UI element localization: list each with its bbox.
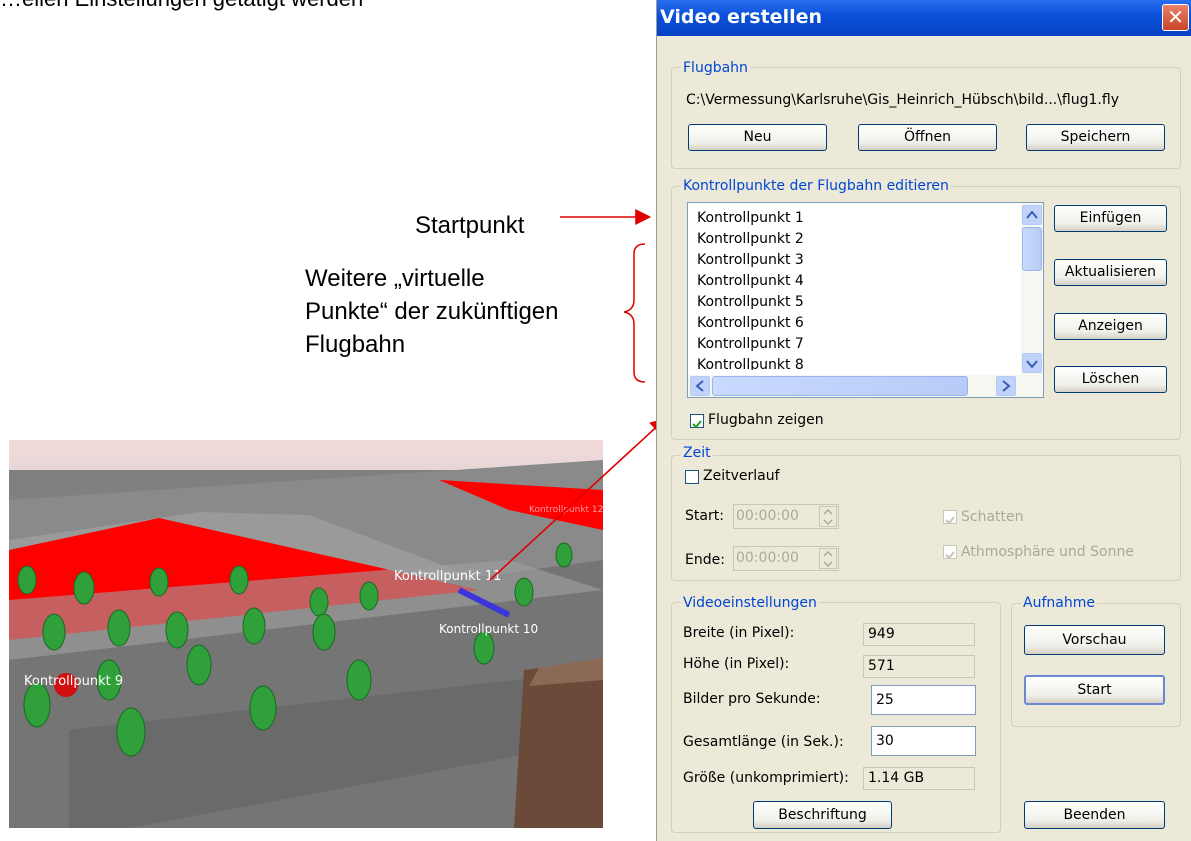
oeffnen-button[interactable]: Öffnen bbox=[858, 124, 997, 151]
ende-time-value: 00:00:00 bbox=[736, 550, 799, 566]
flugbahn-label: Flugbahn bbox=[681, 60, 750, 76]
start-label-text: Start bbox=[1077, 682, 1112, 698]
start-time-value: 00:00:00 bbox=[736, 508, 799, 524]
chevron-right-icon bbox=[1002, 380, 1011, 392]
flugbahn-group bbox=[671, 67, 1181, 169]
beschriftung-button[interactable]: Beschriftung bbox=[753, 801, 892, 829]
bps-label: Bilder pro Sekunde: bbox=[683, 691, 821, 707]
beenden-button[interactable]: Beenden bbox=[1024, 801, 1165, 829]
vorschau-button[interactable]: Vorschau bbox=[1024, 625, 1165, 655]
vorschau-label: Vorschau bbox=[1062, 632, 1127, 648]
groesse-label: Größe (unkomprimiert): bbox=[683, 770, 849, 786]
video-dialog: Video erstellen ✕ Flugbahn C:\Vermessung… bbox=[656, 0, 1191, 841]
start-button[interactable]: Start bbox=[1024, 675, 1165, 705]
loeschen-button[interactable]: Löschen bbox=[1054, 366, 1167, 393]
zeitverlauf-label[interactable]: Zeitverlauf bbox=[703, 468, 780, 484]
oeffnen-label: Öffnen bbox=[903, 129, 952, 145]
list-item[interactable]: Kontrollpunkt 5 bbox=[697, 294, 804, 310]
speichern-label: Speichern bbox=[1060, 129, 1131, 145]
scroll-right-button[interactable] bbox=[996, 376, 1016, 396]
beenden-label: Beenden bbox=[1063, 807, 1126, 823]
vertical-scroll-thumb[interactable] bbox=[1022, 227, 1042, 271]
flugbahn-path: C:\Vermessung\Karlsruhe\Gis_Heinrich_Hüb… bbox=[686, 92, 1119, 108]
aufnahme-group bbox=[1011, 603, 1181, 727]
chevron-left-icon bbox=[695, 380, 704, 392]
speichern-button[interactable]: Speichern bbox=[1026, 124, 1165, 151]
flugbahn-zeigen-label[interactable]: Flugbahn zeigen bbox=[708, 412, 824, 428]
beschriftung-label: Beschriftung bbox=[778, 807, 867, 823]
einfuegen-button[interactable]: Einfügen bbox=[1054, 205, 1167, 232]
zeitverlauf-checkbox[interactable] bbox=[685, 470, 699, 484]
flugbahn-arrow bbox=[489, 417, 667, 581]
loeschen-label: Löschen bbox=[1081, 371, 1140, 387]
laenge-input[interactable]: 30 bbox=[871, 726, 976, 756]
hoehe-value: 571 bbox=[863, 655, 975, 678]
schatten-checkbox[interactable] bbox=[943, 510, 957, 525]
chevron-up-icon bbox=[1026, 210, 1038, 219]
neu-button[interactable]: Neu bbox=[688, 124, 827, 151]
close-button[interactable]: ✕ bbox=[1162, 4, 1189, 31]
checkmark-icon bbox=[692, 420, 702, 429]
einfuegen-label: Einfügen bbox=[1079, 210, 1142, 226]
aktualisieren-button[interactable]: Aktualisieren bbox=[1054, 259, 1167, 286]
anzeigen-button[interactable]: Anzeigen bbox=[1054, 313, 1167, 340]
title-bar[interactable]: Video erstellen ✕ bbox=[657, 0, 1191, 36]
groesse-value: 1.14 GB bbox=[863, 767, 975, 790]
list-item[interactable]: Kontrollpunkt 8 bbox=[697, 357, 804, 370]
ende-label: Ende: bbox=[685, 552, 725, 568]
kontroll-label: Kontrollpunkte der Flugbahn editieren bbox=[681, 178, 951, 194]
list-item[interactable]: Kontrollpunkt 4 bbox=[697, 273, 804, 289]
dialog-title: Video erstellen bbox=[660, 6, 823, 28]
zeit-label: Zeit bbox=[681, 445, 713, 461]
aktualisieren-label: Aktualisieren bbox=[1064, 264, 1157, 280]
list-item[interactable]: Kontrollpunkt 1 bbox=[697, 210, 804, 226]
scroll-down-button[interactable] bbox=[1022, 353, 1042, 373]
brace-bracket bbox=[623, 243, 646, 383]
laenge-label: Gesamtlänge (in Sek.): bbox=[683, 734, 844, 750]
scroll-left-button[interactable] bbox=[690, 376, 710, 396]
atmo-label[interactable]: Athmosphäre und Sonne bbox=[961, 544, 1134, 560]
schatten-label[interactable]: Schatten bbox=[961, 509, 1024, 525]
ende-time-stepper[interactable] bbox=[819, 548, 837, 569]
list-item[interactable]: Kontrollpunkt 7 bbox=[697, 336, 804, 352]
scroll-up-button[interactable] bbox=[1022, 205, 1042, 225]
hoehe-label: Höhe (in Pixel): bbox=[683, 656, 790, 672]
breite-label: Breite (in Pixel): bbox=[683, 625, 795, 641]
chevron-down-icon bbox=[1026, 360, 1038, 369]
list-item[interactable]: Kontrollpunkt 2 bbox=[697, 231, 804, 247]
flugbahn-zeigen-checkbox[interactable] bbox=[690, 414, 704, 429]
bps-input[interactable]: 25 bbox=[871, 685, 976, 715]
start-label: Start: bbox=[685, 508, 724, 524]
atmo-checkbox[interactable] bbox=[943, 545, 957, 560]
neu-label: Neu bbox=[743, 129, 772, 145]
breite-value: 949 bbox=[863, 623, 975, 646]
stepper-icon bbox=[823, 508, 833, 526]
close-icon: ✕ bbox=[1167, 5, 1184, 29]
video-label: Videoeinstellungen bbox=[681, 595, 819, 611]
list-item[interactable]: Kontrollpunkt 6 bbox=[697, 315, 804, 331]
stepper-icon bbox=[823, 550, 833, 568]
start-time-stepper[interactable] bbox=[819, 506, 837, 527]
checkmark-icon bbox=[945, 516, 955, 525]
checkmark-icon bbox=[945, 551, 955, 560]
anzeigen-label: Anzeigen bbox=[1078, 318, 1143, 334]
aufnahme-label: Aufnahme bbox=[1021, 595, 1097, 611]
list-item[interactable]: Kontrollpunkt 3 bbox=[697, 252, 804, 268]
horizontal-scroll-thumb[interactable] bbox=[712, 376, 968, 396]
kontroll-listbox[interactable]: Kontrollpunkt 1 Kontrollpunkt 2 Kontroll… bbox=[687, 202, 1044, 398]
